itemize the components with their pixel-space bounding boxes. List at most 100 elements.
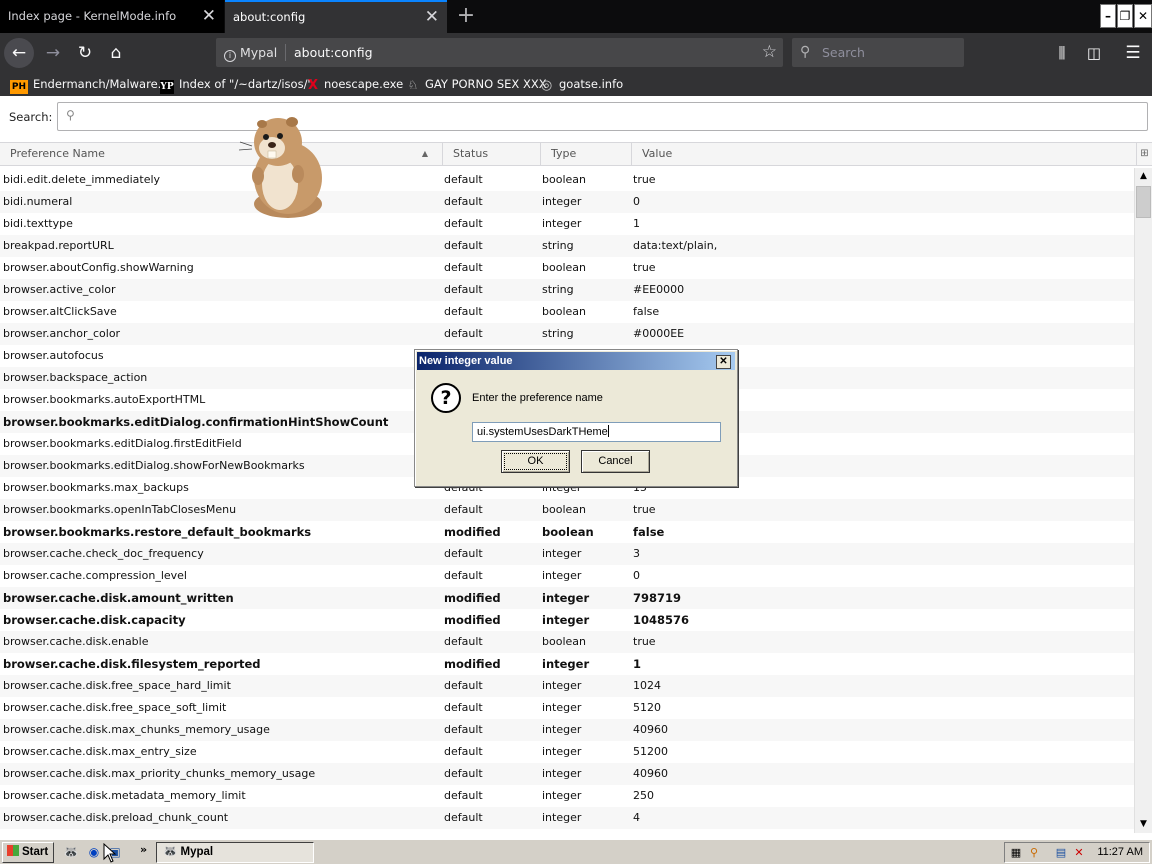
window-close-icon[interactable]: ✕ [1134, 4, 1152, 28]
minimize-icon[interactable]: – [1100, 4, 1116, 28]
table-row[interactable]: browser.cache.disk.max_chunks_memory_usa… [0, 719, 1134, 741]
bookmark-star-icon[interactable]: ☆ [762, 38, 777, 67]
search-bar[interactable]: ⚲ Search [792, 38, 964, 67]
bookmark-item[interactable]: YP Index of "/~dartz/isos/" [160, 75, 313, 94]
back-icon[interactable]: ← [4, 38, 34, 68]
bookmark-item[interactable]: ♘ GAY PORNO SEX XXX [406, 75, 547, 93]
bookmark-label: Index of "/~dartz/isos/" [179, 77, 313, 91]
sidebar-icon[interactable]: ◫ [1080, 38, 1108, 68]
home-icon[interactable]: ⌂ [101, 38, 131, 68]
column-value[interactable]: Value [632, 143, 1136, 165]
table-row[interactable]: browser.altClickSave default boolean false [0, 301, 1134, 323]
table-row[interactable]: browser.cache.disk.max_entry_size default… [0, 741, 1134, 763]
config-search-input[interactable]: ⚲ [57, 102, 1148, 131]
pref-status-cell: modified [444, 657, 501, 671]
quicklaunch-overflow-icon[interactable]: » [140, 843, 147, 856]
pref-value-cell: true [633, 173, 656, 186]
pref-status-cell: modified [444, 591, 501, 605]
preferences-table: bidi.edit.delete_immediately default boole… [0, 169, 1134, 833]
pref-name-cell: browser.anchor_color [3, 327, 121, 340]
table-row[interactable]: browser.cache.disk.free_space_hard_limit… [0, 675, 1134, 697]
scroll-up-icon[interactable]: ▲ [1135, 168, 1152, 185]
hamburger-menu-icon[interactable]: ☰ [1119, 38, 1147, 68]
bookmark-item[interactable]: ◎ goatse.info [539, 75, 623, 93]
pref-type-cell: integer [542, 217, 582, 230]
tab-kernelmode[interactable]: Index page - KernelMode.info ✕ [0, 0, 224, 33]
table-row[interactable]: browser.cache.check_doc_frequency default… [0, 543, 1134, 565]
table-row[interactable]: browser.cache.disk.enable default boolean t… [0, 631, 1134, 653]
tab-close-icon[interactable]: ✕ [202, 0, 216, 33]
table-row[interactable]: browser.cache.disk.filesystem_reported mo… [0, 653, 1134, 675]
tab-about-config[interactable]: about:config ✕ [225, 0, 447, 33]
pref-value-cell: 1 [633, 657, 642, 671]
pref-type-cell: integer [542, 767, 582, 780]
table-row[interactable]: browser.active_color default string #EE0000 [0, 279, 1134, 301]
scroll-down-icon[interactable]: ▼ [1135, 816, 1152, 833]
dialog-close-icon[interactable]: ✕ [716, 355, 731, 369]
info-icon: i [224, 50, 236, 62]
table-row[interactable]: browser.anchor_color default string #0000EE [0, 323, 1134, 345]
vertical-scrollbar[interactable]: ▲ ▼ [1134, 168, 1152, 833]
pref-name-cell: browser.bookmarks.editDialog.firstEditFi… [3, 437, 242, 450]
library-icon[interactable]: ⫼ [1048, 38, 1076, 68]
bookmark-item[interactable]: Xnoescape.exe [307, 75, 403, 93]
pref-type-cell: integer [542, 613, 590, 627]
pref-type-cell: integer [542, 745, 582, 758]
table-row[interactable]: browser.cache.disk.max_priority_chunks_m… [0, 763, 1134, 785]
table-row[interactable]: bidi.numeral default integer 0 [0, 191, 1134, 213]
table-row[interactable]: bidi.texttype default integer 1 [0, 213, 1134, 235]
table-row[interactable]: browser.cache.disk.amount_written modifie… [0, 587, 1134, 609]
new-tab-icon[interactable]: + [452, 0, 480, 33]
table-row[interactable]: browser.cache.disk.metadata_memory_limit… [0, 785, 1134, 807]
preference-name-input[interactable]: ui.systemUsesDarkTHeme [472, 422, 721, 442]
forward-icon[interactable]: → [38, 38, 68, 68]
column-label: Value [642, 147, 673, 160]
x-favicon-icon: X [307, 78, 319, 93]
tab-title: about:config [233, 10, 306, 24]
table-row[interactable]: browser.cache.disk.free_space_soft_limit… [0, 697, 1134, 719]
table-row[interactable]: browser.cache.disk.capacity modified integ… [0, 609, 1134, 631]
column-picker-icon[interactable]: ⊞ [1136, 143, 1152, 165]
pref-name-cell: browser.cache.disk.capacity [3, 613, 186, 627]
pref-value-cell: true [633, 635, 656, 648]
table-row[interactable]: browser.aboutConfig.showWarning default bo… [0, 257, 1134, 279]
site-identity[interactable]: i Mypal [224, 38, 277, 67]
url-text[interactable]: about:config [294, 38, 373, 67]
tray-app-icon[interactable]: ▦ [1008, 845, 1024, 861]
table-row[interactable]: browser.cache.disk.preload_chunk_count de… [0, 807, 1134, 829]
tray-search-icon[interactable]: ⚲ [1026, 845, 1042, 861]
table-row[interactable]: breakpad.reportURL default string data:text… [0, 235, 1134, 257]
network-icon[interactable]: ▤ [1053, 845, 1069, 861]
ok-button[interactable]: OK [501, 450, 570, 473]
taskbar-button-mypal[interactable]: 🦝 Mypal [156, 842, 314, 863]
sort-ascending-icon: ▲ [421, 149, 428, 158]
tab-close-icon[interactable]: ✕ [425, 2, 439, 33]
browser-quicklaunch-icon[interactable]: ◉ [85, 844, 103, 861]
table-row[interactable]: browser.bookmarks.restore_default_bookma… [0, 521, 1134, 543]
pref-name-cell: browser.cache.disk.max_entry_size [3, 745, 197, 758]
column-preference-name[interactable]: Preference Name ▲ [0, 143, 443, 165]
scroll-thumb[interactable] [1136, 186, 1151, 218]
pref-value-cell: 4 [633, 811, 640, 824]
start-button[interactable]: Start [2, 842, 54, 863]
dialog-title: New integer value [419, 355, 513, 367]
reload-icon[interactable]: ↻ [70, 38, 100, 68]
clock[interactable]: 11:27 AM [1097, 843, 1143, 862]
url-bar[interactable]: i Mypal about:config ☆ [216, 38, 783, 67]
column-type[interactable]: Type [541, 143, 632, 165]
restore-icon[interactable]: ❐ [1117, 4, 1133, 28]
column-status[interactable]: Status [443, 143, 541, 165]
windows-flag-icon [7, 845, 19, 856]
pref-value-cell: #0000EE [633, 327, 685, 340]
pref-type-cell: integer [542, 679, 582, 692]
volume-muted-icon[interactable]: ✕ [1071, 845, 1087, 861]
table-row[interactable]: browser.bookmarks.openInTabClosesMenu def… [0, 499, 1134, 521]
pref-name-cell: browser.cache.disk.free_space_hard_limit [3, 679, 231, 692]
start-label: Start [22, 846, 49, 858]
mypal-quicklaunch-icon[interactable]: 🦝 [62, 844, 80, 861]
table-row[interactable]: bidi.edit.delete_immediately default boole… [0, 169, 1134, 191]
pref-status-cell: default [444, 767, 483, 780]
cancel-button[interactable]: Cancel [581, 450, 650, 473]
bookmark-item[interactable]: PH Endermanch/Malware... [10, 75, 169, 94]
table-row[interactable]: browser.cache.compression_level default in… [0, 565, 1134, 587]
